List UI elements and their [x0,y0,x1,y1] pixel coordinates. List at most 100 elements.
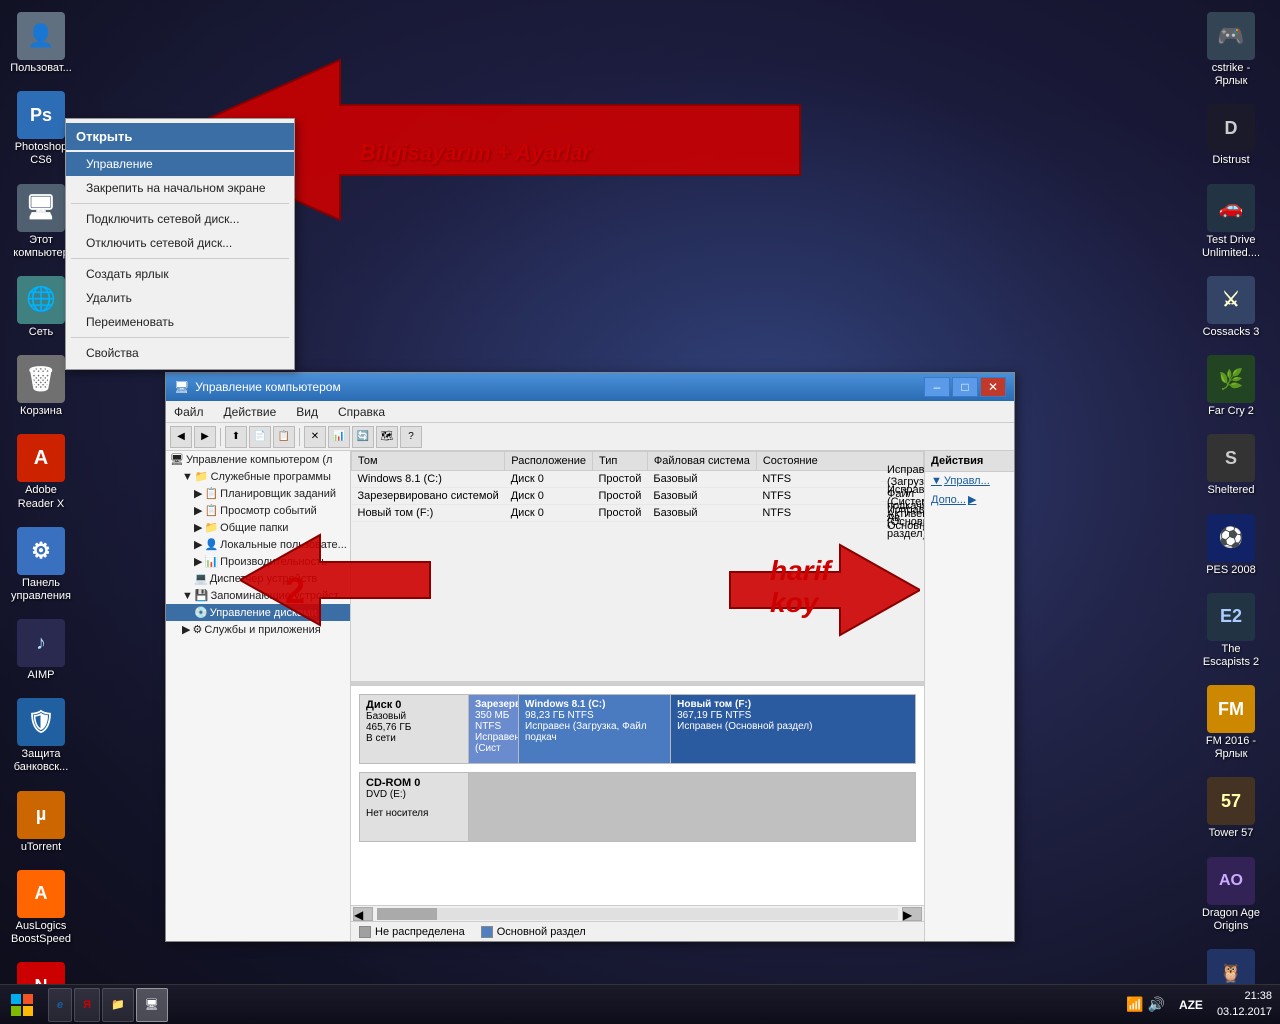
cm-tool-sep2 [299,428,300,446]
taskbar: e Я 📁 🖥 📶 🔊 AZE 21:38 03.12.2017 [0,984,1280,1024]
desktop-icon-tdu[interactable]: 🚗 Test Drive Unlimited.... [1194,180,1268,264]
desktop-icon-user[interactable]: 👤 Пользоват... [4,8,78,79]
scroll-track[interactable] [377,908,898,920]
context-menu-item-manage[interactable]: Управление [66,152,294,176]
cm-tool-show[interactable]: 📄 [249,426,271,448]
disk-0-type: Базовый [366,711,462,722]
cm-tree-events[interactable]: ▶ 📋 Просмотр событий [166,502,350,519]
disk-0-size: 465,76 ГБ [366,722,462,733]
cm-menu-help[interactable]: Справка [334,403,389,421]
tray-icon-network[interactable]: 📶 [1126,996,1143,1013]
taskbar-item-explorer[interactable]: 📁 [102,988,134,1022]
scroll-thumb[interactable] [377,908,437,920]
desktop-icon-tower57[interactable]: 57 Tower 57 [1194,773,1268,844]
desktop-icon-panel[interactable]: ⚙ Панель управления [4,523,78,607]
cm-close-button[interactable]: ✕ [980,377,1006,397]
context-menu-item-properties[interactable]: Свойства [66,341,294,365]
taskbar-lang[interactable]: AZE [1173,998,1209,1012]
cm-tool-help[interactable]: ? [400,426,422,448]
taskbar-clock[interactable]: 21:38 03.12.2017 [1209,989,1280,1020]
cm-maximize-button[interactable]: □ [952,377,978,397]
cm-action-more-arrow: ▶ [968,493,976,506]
cm-tree-services[interactable]: ▼ 📁 Служебные программы [166,468,350,485]
part-reserved-name: Зарезервирова [475,699,512,710]
desktop-icon-ao[interactable]: AO Dragon Age Origins [1194,853,1268,937]
desktop-icon-escapists[interactable]: E2 The Escapists 2 [1194,589,1268,673]
desktop-icon-shield[interactable]: 🛡 Защита банковск... [4,694,78,778]
desktop-icon-utorrent[interactable]: µ uTorrent [4,787,78,858]
desktop-icon-fm[interactable]: FM FM 2016 - Ярлык [1194,681,1268,765]
cm-tree-storage[interactable]: ▼ 💾 Запоминающие устройст... [166,587,350,604]
table-row[interactable]: Windows 8.1 (C:) Диск 0 Простой Базовый … [352,471,924,488]
disk-part-windows[interactable]: Windows 8.1 (C:) 98,23 ГБ NTFS Исправен … [519,695,671,763]
context-menu-item-pin[interactable]: Закрепить на начальном экране [66,176,294,200]
cm-tree-root-label: Управление компьютером (л [186,454,333,466]
scroll-right[interactable]: ▶ [902,907,922,921]
taskbar-item-ie[interactable]: e [48,988,72,1022]
cm-title: 🖥 Управление компьютером [174,380,341,394]
desktop-icon-cossacks[interactable]: ⚔ Cossacks 3 [1194,272,1268,343]
desktop-icon-farcry[interactable]: 🌿 Far Cry 2 [1194,351,1268,422]
table-row[interactable]: Новый том (F:) Диск 0 Простой Базовый NT… [352,505,924,522]
cm-menubar: Файл Действие Вид Справка [166,401,1014,423]
cm-tool-forward[interactable]: ▶ [194,426,216,448]
cm-minimize-button[interactable]: – [924,377,950,397]
cm-tree-devmgr[interactable]: 💻 Диспетчер устройств [166,570,350,587]
desktop-icon-aimp[interactable]: ♪ AIMP [4,615,78,686]
cm-tree-scheduler[interactable]: ▶ 📋 Планировщик заданий [166,485,350,502]
cm-tool-prop[interactable]: 📊 [328,426,350,448]
tray-icon-volume[interactable]: 🔊 [1148,996,1165,1013]
cm-col-volume[interactable]: Том [352,452,505,471]
cm-tree-users[interactable]: ▶ 👤 Локальные пользовате... [166,536,350,553]
disk-part-reserved[interactable]: Зарезервирова 350 МБ NTFS Исправен (Сист [469,695,519,763]
disk-part-cdrom[interactable] [469,773,915,841]
context-menu-item-delete[interactable]: Удалить [66,286,294,310]
cm-tree-perf-label: Производительность [220,556,327,568]
cm-tool-delete[interactable]: ✕ [304,426,326,448]
desktop-icon-cstrike[interactable]: 🎮 cstrike - Ярлык [1194,8,1268,92]
cm-tool-btn3[interactable]: 📋 [273,426,295,448]
cm-tree-perf[interactable]: ▶ 📊 Производительность [166,553,350,570]
desktop-icon-distrust[interactable]: D Distrust [1194,100,1268,171]
cm-menu-file[interactable]: Файл [170,403,208,421]
cm-tool-map[interactable]: 🗺 [376,426,398,448]
context-menu-item-shortcut[interactable]: Создать ярлык [66,262,294,286]
cm-action-manage[interactable]: ▼ Управл... [925,472,1014,490]
table-row[interactable]: Зарезервировано системой Диск 0 Простой … [352,488,924,505]
cm-scrollbar-h[interactable]: ◀ ▶ [351,905,924,921]
cm-tree-svc[interactable]: ▶ ⚙ Службы и приложения [166,621,350,638]
desktop-icon-adobe[interactable]: A Adobe Reader X [4,430,78,514]
annotation-text-1: Bilgisayarım + Ayarlar [360,140,591,166]
cm-menu-view[interactable]: Вид [292,403,322,421]
desktop-icon-auslogics[interactable]: A AusLogics BoostSpeed [4,866,78,950]
taskbar-item-yandex[interactable]: Я [74,988,100,1022]
context-menu-item-netdrive[interactable]: Подключить сетевой диск... [66,207,294,231]
cm-tool-up[interactable]: ⬆ [225,426,247,448]
cm-tree-root[interactable]: 🖥 Управление компьютером (л [166,451,350,468]
context-menu-divider-3 [71,337,289,338]
desktop-icon-sheltered[interactable]: S Sheltered [1194,430,1268,501]
cm-col-fs[interactable]: Файловая система [647,452,756,471]
cm-tree-diskmgr-icon: 💿 [194,606,208,619]
context-menu-item-rename[interactable]: Переименовать [66,310,294,334]
taskbar-start-button[interactable] [0,985,44,1024]
cm-tree-expand-perf: ▶ [194,555,202,568]
cm-col-status[interactable]: Состояние [756,452,923,471]
cm-tree-root-icon: 🖥 [170,453,184,466]
cm-col-location[interactable]: Расположение [505,452,593,471]
cm-tree-folders[interactable]: ▶ 📁 Общие папки [166,519,350,536]
part-windows-name: Windows 8.1 (C:) [525,699,664,710]
disk-part-newvol[interactable]: Новый том (F:) 367,19 ГБ NTFS Исправен (… [671,695,915,763]
cm-sidebar: 🖥 Управление компьютером (л ▼ 📁 Служебны… [166,451,351,941]
cm-tool-back[interactable]: ◀ [170,426,192,448]
scroll-left[interactable]: ◀ [353,907,373,921]
cm-tree-diskmgr[interactable]: 💿 Управление дисками [166,604,350,621]
part-newvol-name: Новый том (F:) [677,699,909,710]
cm-action-more[interactable]: Допо... ▶ [925,490,1014,509]
cm-menu-action[interactable]: Действие [220,403,281,421]
context-menu-item-disconnect[interactable]: Отключить сетевой диск... [66,231,294,255]
cm-col-type[interactable]: Тип [593,452,648,471]
desktop-icon-pes[interactable]: ⚽ PES 2008 [1194,510,1268,581]
taskbar-item-cm[interactable]: 🖥 [136,988,168,1022]
cm-tool-refresh[interactable]: 🔄 [352,426,374,448]
